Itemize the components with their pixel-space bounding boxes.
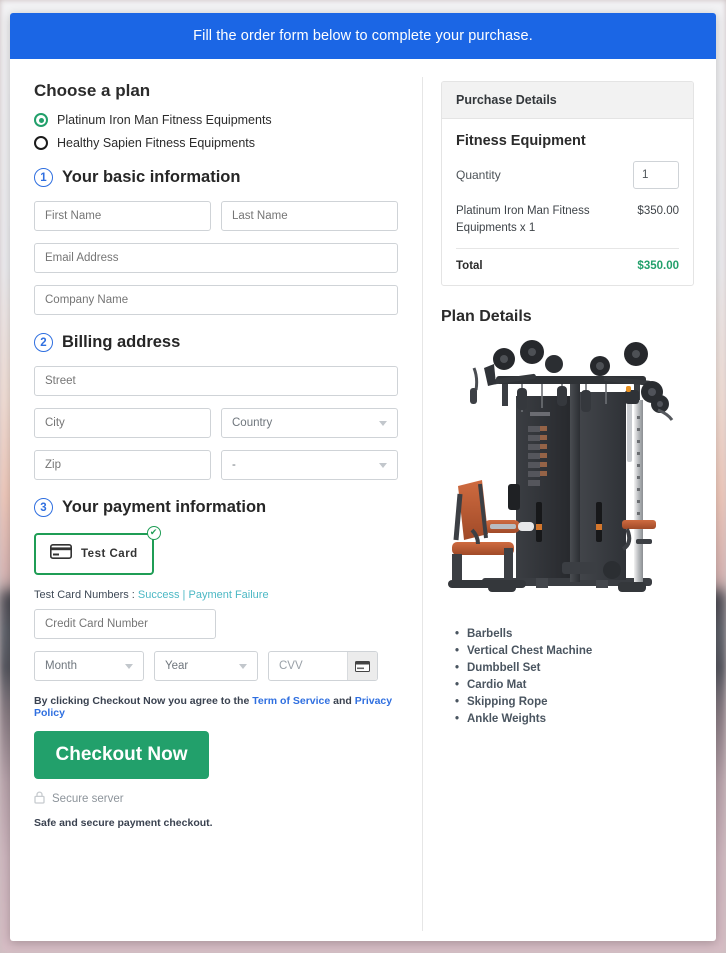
state-select-value: - [232, 459, 236, 471]
expiry-year-select[interactable]: Year [154, 651, 258, 681]
plan-option-label: Healthy Sapien Fitness Equipments [57, 136, 256, 150]
step-heading-payment-information: 3 Your payment information [34, 498, 398, 517]
list-item: Dumbbell Set [455, 662, 694, 674]
list-item: Barbells [455, 628, 694, 640]
page-banner: Fill the order form below to complete yo… [10, 13, 716, 59]
first-name-input[interactable] [34, 201, 211, 231]
cvv-card-icon [347, 652, 377, 680]
quantity-label: Quantity [456, 168, 501, 182]
company-row [34, 285, 398, 315]
state-select[interactable]: - [221, 450, 398, 480]
summary-column: Purchase Details Fitness Equipment Quant… [423, 59, 716, 941]
expiry-month-select[interactable]: Month [34, 651, 144, 681]
street-row [34, 366, 398, 396]
city-country-row: Country [34, 408, 398, 438]
product-title: Fitness Equipment [456, 133, 586, 149]
list-item: Vertical Chest Machine [455, 645, 694, 657]
credit-card-icon [50, 544, 72, 564]
test-card-prefix: Test Card Numbers : [34, 589, 138, 601]
country-select-value: Country [232, 417, 273, 429]
chevron-down-icon [239, 663, 247, 669]
company-name-input[interactable] [34, 285, 398, 315]
step-heading-billing-address: 2 Billing address [34, 333, 398, 352]
step-number-badge: 1 [34, 168, 53, 187]
checkout-card: Fill the order form below to complete yo… [10, 13, 716, 941]
step-number-badge: 2 [34, 333, 53, 352]
payment-method-tile-wrapper: Test Card ✔ [34, 526, 161, 575]
quantity-input[interactable] [633, 161, 679, 189]
line-item-label: Platinum Iron Man Fitness Equipments x 1 [456, 205, 590, 234]
chevron-down-icon [125, 663, 133, 669]
country-select[interactable]: Country [221, 408, 398, 438]
zip-state-row: - [34, 450, 398, 480]
radio-unselected-icon[interactable] [34, 136, 48, 150]
safe-payment-note: Safe and secure payment checkout. [34, 817, 213, 829]
chevron-down-icon [379, 420, 387, 426]
choose-plan-heading: Choose a plan [34, 81, 151, 100]
check-circle-icon: ✔ [146, 526, 161, 540]
city-input[interactable] [34, 408, 211, 438]
card-expiry-cvv-row: Month Year CVV [34, 651, 398, 681]
line-item-row: Platinum Iron Man Fitness Equipments x 1… [456, 203, 679, 250]
step-number-badge: 3 [34, 498, 53, 517]
radio-selected-icon[interactable] [34, 113, 48, 127]
purchase-details-panel: Purchase Details Fitness Equipment Quant… [441, 81, 694, 287]
plan-option-platinum[interactable]: Platinum Iron Man Fitness Equipments [34, 113, 398, 127]
zip-input[interactable] [34, 450, 211, 480]
step-title: Your payment information [62, 498, 267, 516]
list-item: Ankle Weights [455, 713, 694, 725]
quantity-row: Quantity [456, 161, 679, 189]
step-heading-basic-information: 1 Your basic information [34, 168, 398, 187]
last-name-input[interactable] [221, 201, 398, 231]
term-of-service-link[interactable]: Term of Service [252, 695, 330, 707]
total-row: Total $350.00 [456, 249, 679, 272]
line-item-amount: $350.00 [637, 205, 679, 217]
test-card-success-link[interactable]: Success [138, 589, 180, 601]
lock-icon [34, 791, 45, 807]
secure-server-label: Secure server [52, 793, 124, 805]
terms-note: By clicking Checkout Now you agree to th… [34, 695, 398, 719]
step-title: Your basic information [62, 168, 241, 186]
plan-details-heading: Plan Details [441, 308, 532, 326]
email-row [34, 243, 398, 273]
total-amount: $350.00 [637, 260, 679, 273]
plan-option-label: Platinum Iron Man Fitness Equipments [57, 113, 272, 127]
chevron-down-icon [379, 462, 387, 468]
purchase-details-header: Purchase Details [442, 82, 693, 119]
list-item: Cardio Mat [455, 679, 694, 691]
purchase-details-body: Fitness Equipment Quantity Platinum Iron… [442, 119, 693, 285]
payment-method-test-card[interactable]: Test Card [34, 533, 154, 575]
terms-and: and [330, 695, 355, 707]
street-input[interactable] [34, 366, 398, 396]
order-form-column: Choose a plan Platinum Iron Man Fitness … [10, 59, 422, 941]
expiry-month-value: Month [45, 660, 77, 672]
test-card-numbers-note: Test Card Numbers : Success | Payment Fa… [34, 589, 398, 601]
payment-method-label: Test Card [81, 548, 138, 560]
card-number-row [34, 609, 398, 639]
expiry-year-value: Year [165, 660, 189, 672]
test-card-failure-link[interactable]: Payment Failure [188, 589, 268, 601]
plan-features-list: Barbells Vertical Chest Machine Dumbbell… [441, 628, 694, 725]
cvv-field-group[interactable]: CVV [268, 651, 378, 681]
email-input[interactable] [34, 243, 398, 273]
terms-prefix: By clicking Checkout Now you agree to th… [34, 695, 253, 707]
cvv-placeholder[interactable]: CVV [269, 652, 347, 680]
step-title: Billing address [62, 333, 181, 351]
checkout-now-button[interactable]: Checkout Now [34, 731, 209, 779]
list-item: Skipping Rope [455, 696, 694, 708]
card-body: Choose a plan Platinum Iron Man Fitness … [10, 59, 716, 941]
credit-card-number-input[interactable] [34, 609, 216, 639]
name-row [34, 201, 398, 231]
plan-option-healthy-sapien[interactable]: Healthy Sapien Fitness Equipments [34, 136, 398, 150]
total-label: Total [456, 260, 483, 273]
secure-server-note: Secure server [34, 791, 398, 807]
product-image [441, 334, 694, 616]
